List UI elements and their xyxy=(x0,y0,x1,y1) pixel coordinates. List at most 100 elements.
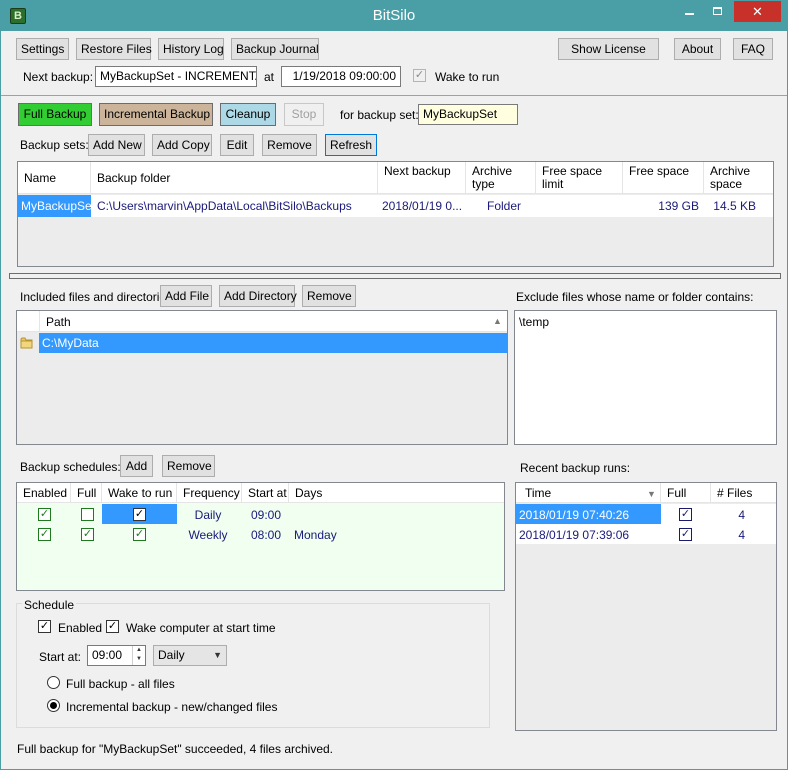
included-files-list[interactable]: Path ▲ C:\MyData xyxy=(16,310,508,445)
restore-files-button[interactable]: Restore Files xyxy=(76,38,152,60)
frequency-select[interactable]: Daily ▼ xyxy=(153,645,227,666)
full-backup-radio-label: Full backup - all files xyxy=(66,677,175,691)
column-header-files[interactable]: # Files xyxy=(711,483,776,502)
add-copy-button[interactable]: Add Copy xyxy=(152,134,212,156)
full-backup-button[interactable]: Full Backup xyxy=(18,103,92,126)
schedules-header: Enabled Full Wake to run Frequency Start… xyxy=(17,483,504,503)
column-header-time[interactable]: Time xyxy=(516,483,661,502)
settings-button[interactable]: Settings xyxy=(16,38,69,60)
column-header-name[interactable]: Name xyxy=(18,162,91,193)
about-button[interactable]: About xyxy=(674,38,721,60)
faq-button[interactable]: FAQ xyxy=(733,38,773,60)
table-row[interactable]: ✓ ✓ Daily 09:00 xyxy=(17,504,504,524)
recent-header: Time ▼ Full # Files xyxy=(516,483,776,503)
recent-runs-list[interactable]: Time ▼ Full # Files 2018/01/19 07:40:26 … xyxy=(515,482,777,731)
column-header-next-backup[interactable]: Next backup xyxy=(378,162,466,193)
schedules-list[interactable]: Enabled Full Wake to run Frequency Start… xyxy=(16,482,505,591)
schedule-frequency: Daily xyxy=(194,508,222,522)
column-header-free-space-limit[interactable]: Free space limit xyxy=(536,162,623,193)
full-backup-radio[interactable] xyxy=(47,676,60,689)
column-header-free-space[interactable]: Free space xyxy=(623,162,704,193)
schedule-enabled-checkbox[interactable]: ✓ xyxy=(38,508,51,521)
backup-set-free: 139 GB xyxy=(658,199,699,213)
incremental-backup-radio[interactable] xyxy=(47,699,60,712)
wake-to-run-label: Wake to run xyxy=(435,70,500,84)
next-backup-datetime[interactable]: 1/19/2018 09:00:00 xyxy=(281,66,401,87)
column-header-archive-space[interactable]: Archive space xyxy=(704,162,773,193)
schedule-full-checkbox[interactable]: ✓ xyxy=(81,528,94,541)
run-files: 4 xyxy=(738,508,745,522)
remove-backup-set-button[interactable]: Remove xyxy=(262,134,317,156)
chevron-down-icon: ▼ xyxy=(213,650,222,660)
exclude-label: Exclude files whose name or folder conta… xyxy=(516,290,754,304)
backup-sets-list[interactable]: Name Backup folder Next backup Archive t… xyxy=(17,161,774,267)
included-header: Path ▲ xyxy=(17,311,507,332)
minimize-icon xyxy=(684,13,694,15)
next-backup-field[interactable]: MyBackupSet - INCREMENTAL xyxy=(95,66,257,87)
remove-included-button[interactable]: Remove xyxy=(302,285,356,307)
column-header-enabled[interactable]: Enabled xyxy=(17,483,71,502)
backup-set-type: Folder xyxy=(487,199,522,213)
backup-journal-button[interactable]: Backup Journal xyxy=(231,38,319,60)
schedule-wake-checkbox[interactable]: ✓ xyxy=(133,528,146,541)
run-full-checkbox: ✓ xyxy=(679,508,692,521)
add-schedule-button[interactable]: Add xyxy=(120,455,153,477)
maximize-icon xyxy=(712,7,722,15)
backup-set-name: MyBackupSet xyxy=(18,195,91,217)
column-header-path[interactable]: Path xyxy=(46,315,71,329)
exclude-value: \temp xyxy=(519,315,550,329)
schedule-start: 08:00 xyxy=(251,528,282,542)
app-icon: B xyxy=(10,8,26,24)
run-time: 2018/01/19 07:40:26 xyxy=(516,504,661,524)
list-item[interactable]: C:\MyData xyxy=(17,333,507,353)
schedule-start: 09:00 xyxy=(251,508,282,522)
history-log-button[interactable]: History Log xyxy=(158,38,224,60)
title-bar: BitSilo B ✕ xyxy=(1,1,787,31)
schedule-full-checkbox[interactable] xyxy=(81,508,94,521)
close-button[interactable]: ✕ xyxy=(734,1,781,22)
column-header-full[interactable]: Full xyxy=(661,483,711,502)
cleanup-button[interactable]: Cleanup xyxy=(220,103,276,126)
schedule-enabled-checkbox[interactable]: ✓ xyxy=(38,620,51,633)
backup-set-next: 2018/01/19 0... xyxy=(382,199,463,213)
wake-computer-checkbox[interactable]: ✓ xyxy=(106,620,119,633)
column-header-start-at[interactable]: Start at xyxy=(242,483,289,502)
add-new-button[interactable]: Add New xyxy=(88,134,145,156)
spin-icon[interactable]: ▲ ▼ xyxy=(132,646,145,665)
maximize-button[interactable] xyxy=(703,1,731,22)
splitter[interactable] xyxy=(9,273,781,279)
minimize-button[interactable] xyxy=(675,1,703,22)
incremental-backup-button[interactable]: Incremental Backup xyxy=(99,103,213,126)
backup-sets-label: Backup sets: xyxy=(20,138,89,152)
remove-schedule-button[interactable]: Remove xyxy=(162,455,215,477)
show-license-button[interactable]: Show License xyxy=(558,38,659,60)
edit-button[interactable]: Edit xyxy=(220,134,254,156)
refresh-button[interactable]: Refresh xyxy=(325,134,377,156)
at-label: at xyxy=(264,70,275,84)
table-row[interactable]: 2018/01/19 07:40:26 ✓ 4 xyxy=(516,504,776,524)
wake-to-run-checkbox[interactable]: ✓ xyxy=(413,69,426,82)
start-at-label: Start at: xyxy=(39,650,82,664)
column-header-backup-folder[interactable]: Backup folder xyxy=(91,162,378,193)
backup-set-folder: C:\Users\marvin\AppData\Local\BitSilo\Ba… xyxy=(97,199,352,213)
table-row[interactable]: ✓ ✓ ✓ Weekly 08:00 Monday xyxy=(17,524,504,544)
stop-button[interactable]: Stop xyxy=(284,103,324,126)
start-time-field[interactable]: 09:00 ▲ ▼ xyxy=(87,645,146,666)
table-row[interactable]: MyBackupSet C:\Users\marvin\AppData\Loca… xyxy=(18,195,773,217)
column-header-days[interactable]: Days xyxy=(289,483,504,502)
column-header-archive-type[interactable]: Archive type xyxy=(466,162,536,193)
add-directory-button[interactable]: Add Directory xyxy=(219,285,297,307)
exclude-textarea[interactable]: \temp xyxy=(514,310,777,445)
add-file-button[interactable]: Add File xyxy=(160,285,212,307)
column-header-wake-to-run[interactable]: Wake to run xyxy=(102,483,177,502)
run-time: 2018/01/19 07:39:06 xyxy=(519,528,630,542)
column-header-full[interactable]: Full xyxy=(71,483,102,502)
recent-runs-label: Recent backup runs: xyxy=(520,461,631,475)
schedule-enabled-checkbox[interactable]: ✓ xyxy=(38,528,51,541)
column-header-frequency[interactable]: Frequency xyxy=(177,483,242,502)
sort-desc-icon: ▼ xyxy=(647,489,656,499)
table-row[interactable]: 2018/01/19 07:39:06 ✓ 4 xyxy=(516,524,776,544)
backup-set-archive-space: 14.5 KB xyxy=(713,199,756,213)
for-backup-set-field[interactable]: MyBackupSet xyxy=(418,104,518,125)
schedule-wake-checkbox[interactable]: ✓ xyxy=(133,508,146,521)
